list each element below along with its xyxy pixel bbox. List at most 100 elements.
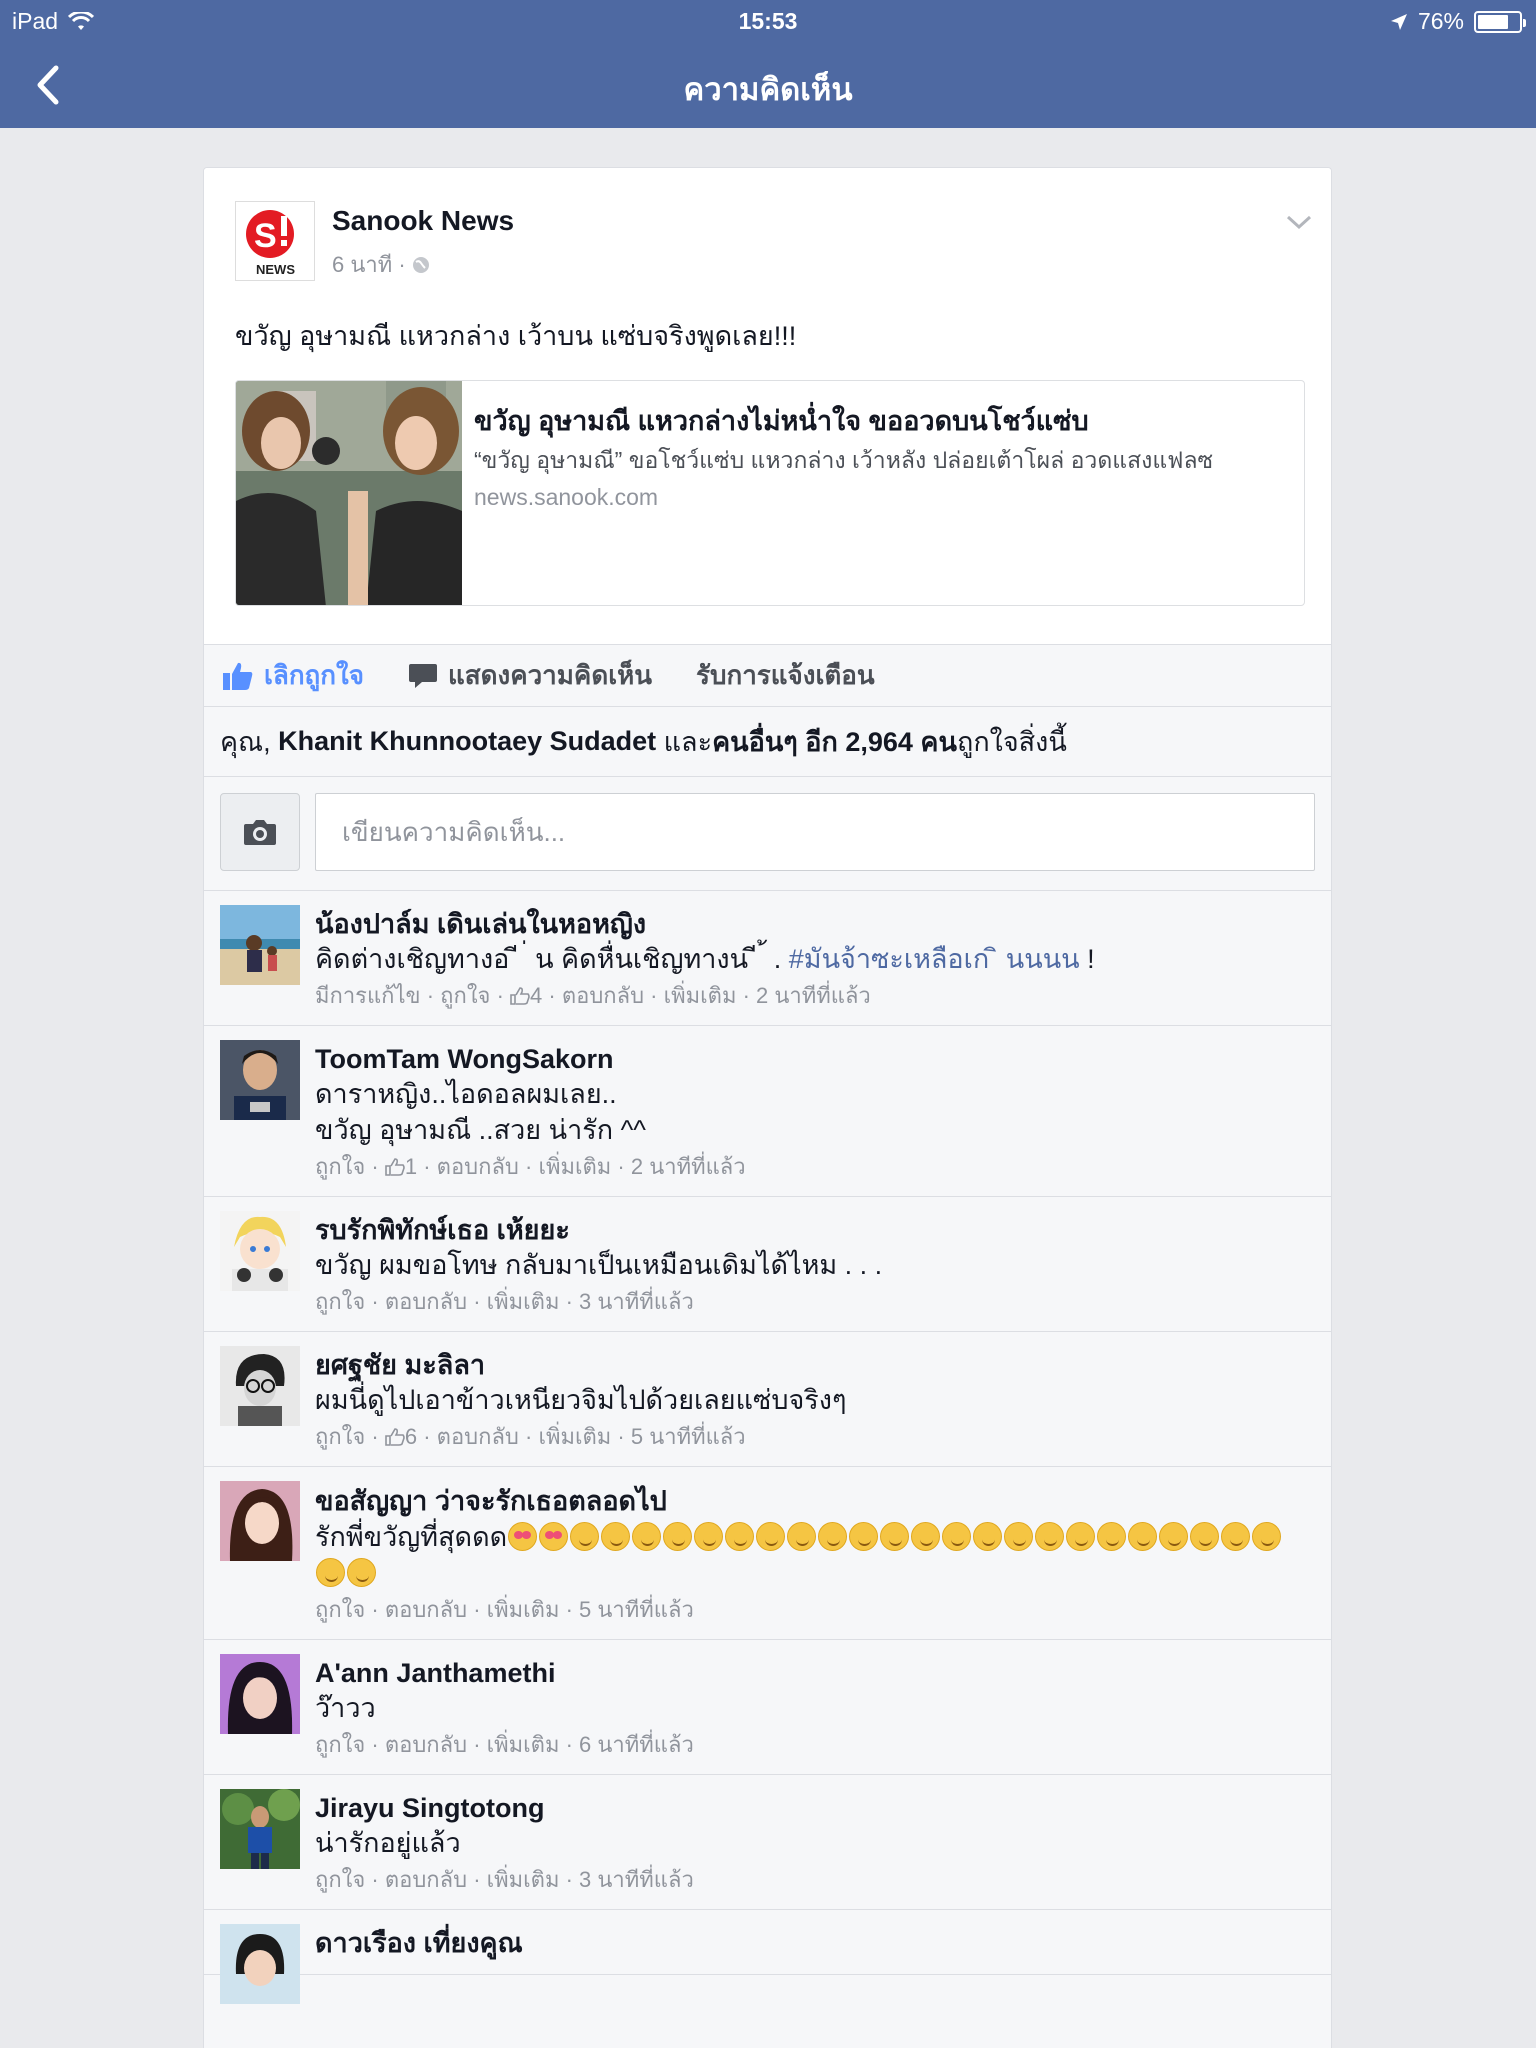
comment-time[interactable]: 3 นาทีที่แล้ว — [579, 1287, 694, 1317]
reply-link[interactable]: ตอบกลับ — [437, 1422, 519, 1452]
comment-item: A'ann Janthamethi ว๊าวว ถูกใจ · ตอบกลับ … — [204, 1640, 1331, 1775]
more-link[interactable]: เพิ่มเติม — [664, 981, 737, 1011]
comment-author[interactable]: ดาวเรือง เที่ยงคูณ — [315, 1926, 1311, 1960]
comment-meta: มีการแก้ไข · ถูกใจ · 4 · ตอบกลับ · เพิ่ม… — [315, 981, 1311, 1011]
page-title: ความคิดเห็น — [683, 72, 853, 107]
comment-item: น้องปาล์ม เดินเล่นในหอหญิง คิดต่างเชิญทา… — [204, 891, 1331, 1026]
comment-time[interactable]: 5 นาทีที่แล้ว — [579, 1595, 694, 1625]
like-count[interactable]: 1 — [405, 1152, 417, 1182]
link-title[interactable]: ขวัญ อุษามณี แหวกล่างไม่หน่ำใจ ขออวดบนโช… — [474, 399, 1294, 442]
comment-author[interactable]: น้องปาล์ม เดินเล่นในหอหญิง — [315, 907, 1311, 941]
more-link[interactable]: เพิ่มเติม — [487, 1595, 560, 1625]
smile-emoji-icon — [1159, 1522, 1189, 1552]
avatar[interactable] — [220, 1789, 300, 1869]
heart-eyes-emoji-icon — [539, 1522, 569, 1552]
post-options-chevron-icon[interactable] — [1285, 212, 1313, 232]
like-count[interactable]: 4 — [530, 981, 542, 1011]
action-bar: เลิกถูกใจ แสดงความคิดเห็น รับการแจ้งเตือ… — [204, 645, 1331, 707]
camera-button[interactable] — [220, 793, 300, 871]
like-link[interactable]: ถูกใจ — [315, 1595, 365, 1625]
comment-text: ว๊าวว — [315, 1693, 376, 1723]
comment-meta: ถูกใจ · ตอบกลับ · เพิ่มเติม · 5 นาทีที่แ… — [315, 1595, 1311, 1625]
smile-emoji-icon — [1097, 1522, 1127, 1552]
notification-button[interactable]: รับการแจ้งเตือน — [696, 655, 875, 696]
unlike-button[interactable]: เลิกถูกใจ — [222, 655, 364, 696]
comment-author[interactable]: ขอสัญญา ว่าจะรักเธอตลอดไป — [315, 1486, 667, 1516]
likes-summary[interactable]: คุณ, Khanit Khunnootaey Sudadet และ คนอื่… — [204, 707, 1331, 777]
smile-emoji-icon — [316, 1558, 345, 1588]
smile-emoji-icon — [1128, 1522, 1158, 1552]
comment-button[interactable]: แสดงความคิดเห็น — [408, 655, 652, 696]
top-bar: iPad 15:53 76% ความคิดเห็น — [0, 0, 1536, 128]
avatar[interactable] — [220, 1346, 300, 1426]
like-link[interactable]: ถูกใจ — [315, 1730, 365, 1760]
smile-emoji-icon — [756, 1522, 786, 1552]
smile-emoji-icon — [1004, 1522, 1034, 1552]
like-link[interactable]: ถูกใจ — [315, 1152, 365, 1182]
comment-item: ToomTam WongSakorn ดาราหญิง..ไอดอลผมเลย.… — [204, 1026, 1331, 1197]
comment-text: ผมนี่ดูไปเอาข้าวเหนียวจิมไปด้วยเลยแซ่บจร… — [315, 1385, 847, 1415]
comment-author[interactable]: ToomTam WongSakorn — [315, 1042, 1311, 1076]
thumbs-up-outline-icon — [385, 1428, 405, 1446]
comment-author[interactable]: ยศฐชัย มะลิลา — [315, 1348, 1311, 1382]
comment-composer — [204, 777, 1331, 891]
comment-item: ขอสัญญา ว่าจะรักเธอตลอดไป รักพี่ขวัญที่ส… — [204, 1467, 1331, 1640]
comment-input[interactable] — [315, 793, 1315, 871]
page-name[interactable]: Sanook News — [332, 205, 514, 237]
smile-emoji-icon — [1190, 1522, 1220, 1552]
reply-link[interactable]: ตอบกลับ — [437, 1152, 519, 1182]
avatar[interactable] — [220, 1040, 300, 1120]
avatar[interactable] — [220, 905, 300, 985]
comment-text-end: ! — [1079, 944, 1095, 974]
reply-link[interactable]: ตอบกลับ — [562, 981, 644, 1011]
unlike-label: เลิกถูกใจ — [264, 660, 364, 690]
like-link[interactable]: ถูกใจ — [315, 1865, 365, 1895]
sanook-logo-icon: S NEWS — [246, 210, 295, 277]
smile-emoji-icon — [1221, 1522, 1251, 1552]
smile-emoji-icon — [911, 1522, 941, 1552]
like-link[interactable]: ถูกใจ — [440, 981, 490, 1011]
avatar[interactable] — [220, 1481, 300, 1561]
comment-text: ขวัญ ผมขอโทษ กลับมาเป็นเหมือนเดิมได้ไหม … — [315, 1250, 883, 1280]
likes-others[interactable]: คนอื่นๆ อีก 2,964 คน — [712, 720, 957, 763]
globe-icon — [412, 256, 429, 273]
more-link[interactable]: เพิ่มเติม — [487, 1730, 560, 1760]
more-link[interactable]: เพิ่มเติม — [487, 1287, 560, 1317]
more-link[interactable]: เพิ่มเติม — [487, 1865, 560, 1895]
comment-label: แสดงความคิดเห็น — [447, 660, 652, 690]
reply-link[interactable]: ตอบกลับ — [385, 1595, 467, 1625]
clock: 15:53 — [738, 8, 798, 34]
likes-you: คุณ, — [220, 727, 271, 757]
post-card: S NEWS Sanook News 6 นาที · ขวัญ อุษามณี… — [203, 167, 1332, 2048]
avatar[interactable] — [220, 1924, 300, 2004]
comment-author[interactable]: A'ann Janthamethi — [315, 1656, 1311, 1690]
page-logo[interactable]: S NEWS — [235, 201, 315, 281]
avatar[interactable] — [220, 1211, 300, 1291]
smile-emoji-icon — [818, 1522, 848, 1552]
reply-link[interactable]: ตอบกลับ — [385, 1287, 467, 1317]
smile-emoji-icon — [601, 1522, 631, 1552]
like-link[interactable]: ถูกใจ — [315, 1287, 365, 1317]
reply-link[interactable]: ตอบกลับ — [385, 1730, 467, 1760]
avatar[interactable] — [220, 1654, 300, 1734]
thumbs-up-outline-icon — [510, 987, 530, 1005]
comment-time[interactable]: 2 นาทีที่แล้ว — [631, 1152, 746, 1182]
more-link[interactable]: เพิ่มเติม — [538, 1152, 611, 1182]
reply-link[interactable]: ตอบกลับ — [385, 1865, 467, 1895]
comment-time[interactable]: 3 นาทีที่แล้ว — [579, 1865, 694, 1895]
comment-time[interactable]: 2 นาทีที่แล้ว — [756, 981, 871, 1011]
like-link[interactable]: ถูกใจ — [315, 1422, 365, 1452]
link-preview[interactable]: ขวัญ อุษามณี แหวกล่างไม่หน่ำใจ ขออวดบนโช… — [235, 380, 1305, 606]
comment-meta: ถูกใจ · ตอบกลับ · เพิ่มเติม · 6 นาทีที่แ… — [315, 1730, 1311, 1760]
comment-author[interactable]: Jirayu Singtotong — [315, 1791, 1311, 1825]
more-link[interactable]: เพิ่มเติม — [538, 1422, 611, 1452]
comment-author[interactable]: รบรักพิทักษ์เธอ เห้ยยะ — [315, 1213, 1311, 1247]
likes-friend[interactable]: Khanit Khunnootaey Sudadet — [278, 726, 656, 757]
comment-time[interactable]: 6 นาทีที่แล้ว — [579, 1730, 694, 1760]
thumbs-up-outline-icon — [385, 1158, 405, 1176]
post-time[interactable]: 6 นาที · — [332, 247, 406, 282]
edited-label[interactable]: มีการแก้ไข — [315, 981, 421, 1011]
like-count[interactable]: 6 — [405, 1422, 417, 1452]
comment-time[interactable]: 5 นาทีที่แล้ว — [631, 1422, 746, 1452]
hashtag-link[interactable]: #มันจ้าซะเหลือเก ิ นนนน — [789, 944, 1080, 974]
